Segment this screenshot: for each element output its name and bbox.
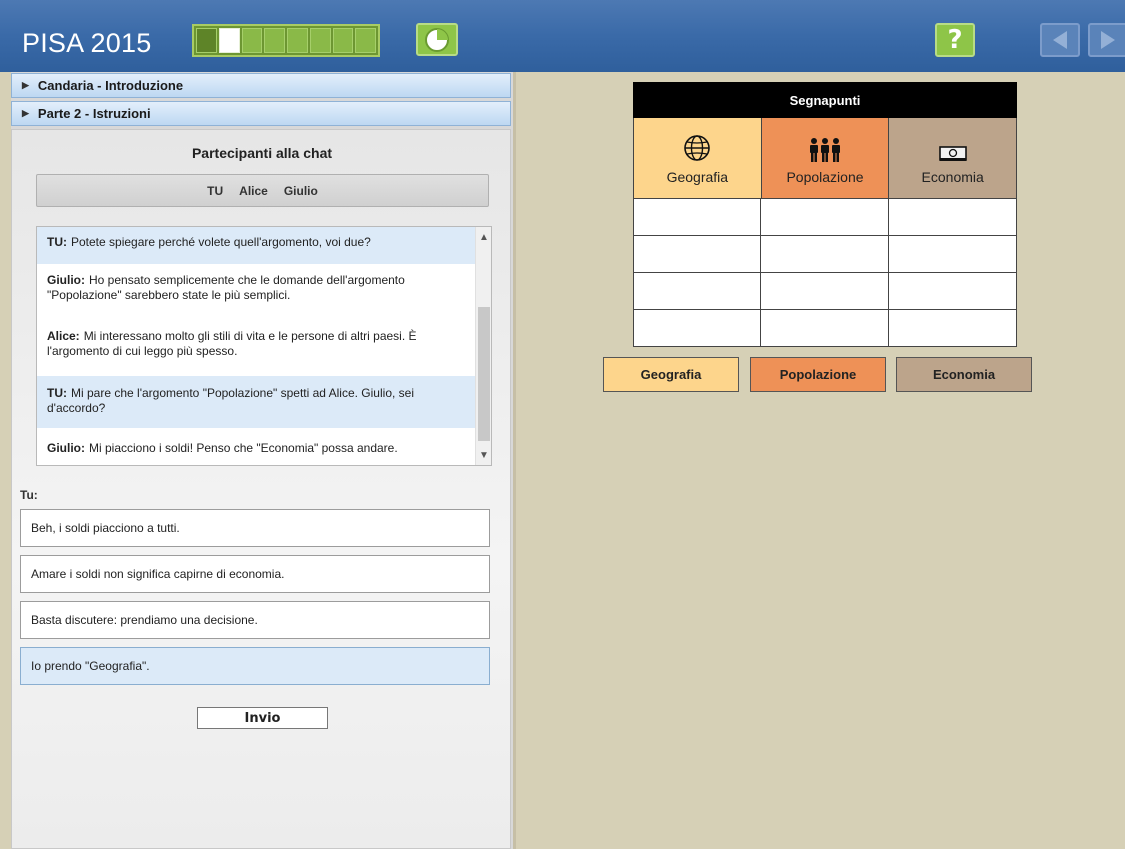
message-speaker: Giulio: (47, 273, 85, 287)
timer-icon[interactable] (416, 23, 458, 56)
message-text: Mi pare che l'argomento "Popolazione" sp… (47, 386, 414, 415)
progress-segment (218, 28, 240, 53)
score-cell (889, 310, 1017, 347)
participant-you: TU (207, 183, 224, 198)
progress-segment (196, 28, 217, 53)
economy-button[interactable]: Economia (896, 357, 1032, 392)
score-cell (889, 273, 1017, 310)
chat-message: Alice: Mi interessano molto gli stili di … (37, 329, 477, 359)
chat-message: TU: Potete spiegare perché volete quell'a… (37, 227, 477, 264)
reply-option[interactable]: Amare i soldi non significa capirne di e… (20, 555, 490, 593)
scoreboard-grid (633, 199, 1017, 347)
message-speaker: TU: (47, 386, 67, 400)
message-speaker: Giulio: (47, 441, 85, 455)
previous-button[interactable] (1040, 23, 1080, 57)
category-label: Popolazione (786, 169, 864, 185)
category-label: Economia (921, 169, 984, 185)
score-cell (761, 199, 889, 236)
question-mark-icon: ? (947, 25, 963, 55)
message-speaker: TU: (47, 235, 67, 249)
next-button[interactable] (1088, 23, 1125, 57)
chat-message: Giulio: Mi piacciono i soldi! Penso che "… (37, 441, 477, 456)
geography-button[interactable]: Geografia (603, 357, 739, 392)
send-button[interactable]: Invio (197, 707, 328, 729)
chat-message: TU: Mi pare che l'argomento "Popolazione"… (37, 376, 477, 428)
progress-segment (287, 28, 308, 53)
reply-label: Tu: (20, 488, 38, 502)
chevron-right-icon: ▶ (22, 108, 29, 118)
progress-segment (355, 28, 376, 53)
score-cell (633, 273, 761, 310)
app-title: PISA 2015 (22, 28, 152, 58)
accordion-label: Candaria - Introduzione (37, 78, 184, 93)
arrow-left-icon (1053, 31, 1067, 49)
progress-segment (264, 28, 285, 53)
score-cell (761, 273, 889, 310)
reply-option[interactable]: Beh, i soldi piacciono a tutti. (20, 509, 490, 547)
participant-giulio: Giulio (283, 183, 318, 198)
panel-divider (513, 72, 516, 849)
chevron-down-icon[interactable]: ▼ (476, 447, 491, 463)
message-text: Ho pensato semplicemente che le domande … (47, 273, 405, 302)
participants-list: TU Alice Giulio (36, 174, 489, 207)
chevron-up-icon[interactable]: ▲ (476, 229, 491, 245)
scroll-thumb[interactable] (478, 307, 490, 441)
people-icon (807, 131, 843, 163)
progress-bar (192, 24, 380, 57)
accordion-label: Parte 2 - Istruzioni (37, 106, 151, 121)
message-text: Mi interessano molto gli stili di vita e… (47, 329, 417, 358)
top-bar: PISA 2015 ? (0, 0, 1125, 72)
score-cell (633, 310, 761, 347)
accordion-introduction[interactable]: ▶ Candaria - Introduzione (11, 73, 511, 98)
category-economy: Economia (889, 118, 1018, 199)
message-speaker: Alice: (47, 329, 80, 343)
score-cell (889, 236, 1017, 273)
help-button[interactable]: ? (935, 23, 975, 57)
score-cell (761, 236, 889, 273)
score-cell (633, 199, 761, 236)
message-text: Mi piacciono i soldi! Penso che "Economi… (89, 441, 398, 455)
progress-segment (241, 28, 263, 53)
accordion-instructions[interactable]: ▶ Parte 2 - Istruzioni (11, 101, 511, 126)
reply-option-selected[interactable]: Io prendo "Geografia". (20, 647, 490, 685)
chat-log[interactable]: TU: Potete spiegare perché volete quell'a… (36, 226, 492, 466)
category-geography: Geografia (633, 118, 762, 199)
participants-title: Partecipanti alla chat (191, 145, 333, 161)
participant-alice: Alice (239, 183, 268, 198)
population-button[interactable]: Popolazione (750, 357, 886, 392)
chevron-right-icon: ▶ (22, 80, 29, 90)
arrow-right-icon (1101, 31, 1115, 49)
chat-panel: Partecipanti alla chat TU Alice Giulio T… (11, 129, 511, 849)
chat-message: Giulio: Ho pensato semplicemente che le d… (37, 273, 477, 303)
globe-icon (682, 131, 712, 163)
scoreboard: Segnapunti Geografia Popolazione Economi… (633, 82, 1018, 347)
chat-scrollbar[interactable]: ▲ ▼ (475, 227, 491, 465)
progress-segment (309, 28, 331, 53)
scoreboard-title: Segnapunti (633, 82, 1017, 118)
scoreboard-categories: Geografia Popolazione Economia (633, 118, 1018, 199)
reply-option[interactable]: Basta discutere: prendiamo una decisione… (20, 601, 490, 639)
score-cell (761, 310, 889, 347)
money-icon (938, 131, 968, 163)
left-panel: ▶ Candaria - Introduzione ▶ Parte 2 - Is… (11, 72, 513, 849)
category-label: Geografia (666, 169, 729, 185)
score-cell (889, 199, 1017, 236)
progress-segment (332, 28, 354, 53)
score-cell (633, 236, 761, 273)
category-population: Popolazione (761, 118, 890, 199)
message-text: Potete spiegare perché volete quell'argo… (71, 235, 371, 249)
